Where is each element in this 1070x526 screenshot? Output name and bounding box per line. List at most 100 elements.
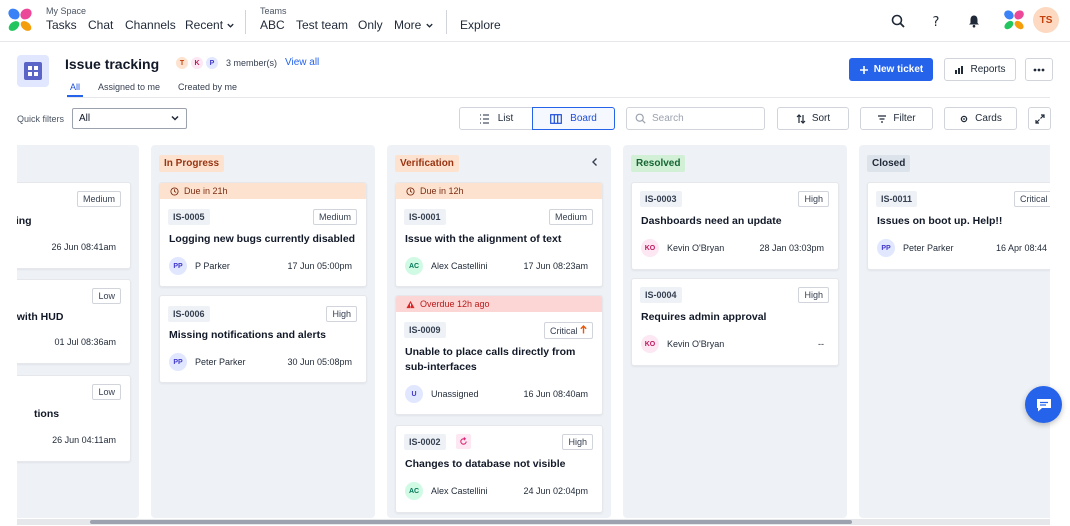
search-icon[interactable] — [888, 11, 908, 31]
nav-abc[interactable]: ABC — [260, 18, 285, 32]
sort-button[interactable]: Sort — [777, 107, 849, 130]
assignee-avatar: AC — [405, 482, 423, 500]
ticket-card[interactable]: IS-0002 High Changes to database not vis… — [395, 425, 603, 513]
nav-only[interactable]: Only — [358, 18, 383, 32]
new-ticket-button[interactable]: New ticket — [849, 58, 933, 81]
ticket-card[interactable]: Medium king 26 Jun 08:41am — [17, 182, 131, 269]
tab-assigned-to-me[interactable]: Assigned to me — [98, 82, 160, 92]
bar-chart-icon — [955, 65, 964, 74]
columns-icon — [550, 113, 563, 124]
plus-icon — [859, 65, 868, 74]
more-options-button[interactable] — [1025, 58, 1053, 81]
priority-label: Critical — [549, 326, 578, 336]
ticket-date: 26 Jun 04:11am — [52, 435, 116, 445]
list-view-button[interactable]: List — [459, 107, 533, 130]
overdue-banner: Overdue 12h ago — [396, 296, 602, 312]
app-logo-icon[interactable] — [7, 7, 33, 33]
priority-badge: Critical — [1014, 191, 1050, 207]
bell-icon[interactable] — [964, 11, 984, 31]
assignee-avatar: PP — [169, 353, 187, 371]
ticket-title: Dashboards need an update — [641, 215, 782, 227]
user-avatar[interactable]: TS — [1033, 7, 1059, 33]
assignee-name: Kevin O'Bryan — [667, 339, 725, 349]
ticket-card[interactable]: IS-0003 High Dashboards need an update K… — [631, 182, 839, 270]
priority-badge: Low — [92, 288, 121, 304]
collapse-column-icon[interactable] — [590, 157, 600, 167]
due-banner: Due in 21h — [160, 183, 366, 199]
nav-recent-label: Recent — [185, 18, 224, 32]
expand-button[interactable] — [1028, 107, 1051, 130]
ticket-title: Missing notifications and alerts — [169, 329, 326, 341]
ticket-card[interactable]: IS-0006 High Missing notifications and a… — [159, 295, 367, 383]
nav-recent[interactable]: Recent — [185, 18, 235, 32]
ticket-title: Unable to place calls directly from sub-… — [405, 346, 576, 373]
nav-divider — [245, 10, 246, 34]
column-title: Closed — [867, 155, 911, 172]
member-avatar[interactable]: P — [205, 56, 219, 70]
quick-filters-label: Quick filters — [17, 114, 65, 124]
nav-tasks[interactable]: Tasks — [46, 18, 77, 32]
ticket-id: IS-0011 — [876, 191, 918, 207]
help-icon[interactable]: ? — [926, 11, 946, 31]
cards-label: Cards — [975, 113, 1002, 124]
ticket-card[interactable]: Due in 12h IS-0001 Medium Issue with the… — [395, 182, 603, 287]
ticket-title: ng with HUD — [17, 311, 64, 323]
tab-all[interactable]: All — [70, 82, 80, 92]
clock-icon — [170, 186, 179, 196]
assignee-avatar: AC — [405, 257, 423, 275]
priority-badge: Low — [92, 384, 121, 400]
due-banner: Due in 12h — [396, 183, 602, 199]
priority-badge: High — [326, 306, 357, 322]
more-horizontal-icon — [1033, 68, 1045, 71]
kanban-board: Medium king 26 Jun 08:41am Low ng with H… — [17, 145, 1050, 518]
tab-created-by-me[interactable]: Created by me — [178, 82, 237, 92]
board-column-closed: Closed IS-0011 Critical Issues on boot u… — [859, 145, 1050, 518]
ticket-card[interactable]: Low ng with HUD 01 Jul 08:36am — [17, 279, 131, 364]
priority-badge: High — [798, 287, 829, 303]
column-title: Resolved — [631, 155, 686, 172]
search-input[interactable]: Search — [626, 107, 765, 130]
ticket-card[interactable]: IS-0004 High Requires admin approval KO … — [631, 278, 839, 366]
horizontal-scrollbar[interactable] — [90, 520, 852, 524]
ticket-id: IS-0005 — [168, 209, 210, 225]
filter-button[interactable]: Filter — [860, 107, 933, 130]
nav-explore[interactable]: Explore — [460, 18, 501, 32]
ticket-title: Issue with the alignment of text — [405, 233, 562, 245]
reports-button[interactable]: Reports — [944, 58, 1016, 81]
ticket-card[interactable]: Low tions 26 Jun 04:11am — [17, 375, 131, 462]
divider — [67, 97, 1050, 98]
assignee-avatar: U — [405, 385, 423, 403]
nav-channels[interactable]: Channels — [125, 18, 176, 32]
priority-badge: Medium — [312, 209, 357, 225]
chevron-down-icon — [227, 24, 235, 29]
quick-filter-value: All — [79, 113, 91, 124]
cards-button[interactable]: Cards — [944, 107, 1017, 130]
ticket-card[interactable]: IS-0011 Critical Issues on boot up. Help… — [867, 182, 1050, 270]
page-title: Issue tracking — [65, 56, 160, 72]
ticket-card[interactable]: Overdue 12h ago IS-0009 Critical Unable … — [395, 295, 603, 415]
svg-text:?: ? — [933, 15, 940, 28]
nav-more-label: More — [394, 18, 422, 32]
arrow-up-icon — [580, 325, 587, 334]
board-view-button[interactable]: Board — [532, 107, 615, 130]
member-avatar[interactable]: T — [175, 56, 189, 70]
quick-filter-select[interactable]: All — [72, 108, 187, 129]
ticket-date: 17 Jun 08:23am — [523, 261, 588, 271]
ticket-id: IS-0003 — [640, 191, 682, 207]
warning-icon — [406, 300, 415, 308]
filter-label: Filter — [893, 113, 916, 124]
member-avatar[interactable]: K — [190, 56, 204, 70]
apps-logo-icon[interactable] — [1003, 9, 1025, 31]
assignee-name: Unassigned — [431, 389, 479, 399]
due-text: Due in 21h — [184, 186, 228, 196]
view-all-link[interactable]: View all — [285, 57, 319, 68]
nav-chat[interactable]: Chat — [88, 18, 113, 32]
nav-more[interactable]: More — [394, 18, 434, 32]
chat-button[interactable] — [1025, 386, 1062, 423]
ticket-title: tions — [34, 408, 60, 420]
ticket-card[interactable]: Due in 21h IS-0005 Medium Logging new bu… — [159, 182, 367, 287]
assignee-avatar: PP — [169, 257, 187, 275]
clock-icon — [406, 186, 415, 196]
nav-test-team[interactable]: Test team — [296, 18, 348, 32]
sort-label: Sort — [811, 113, 831, 124]
